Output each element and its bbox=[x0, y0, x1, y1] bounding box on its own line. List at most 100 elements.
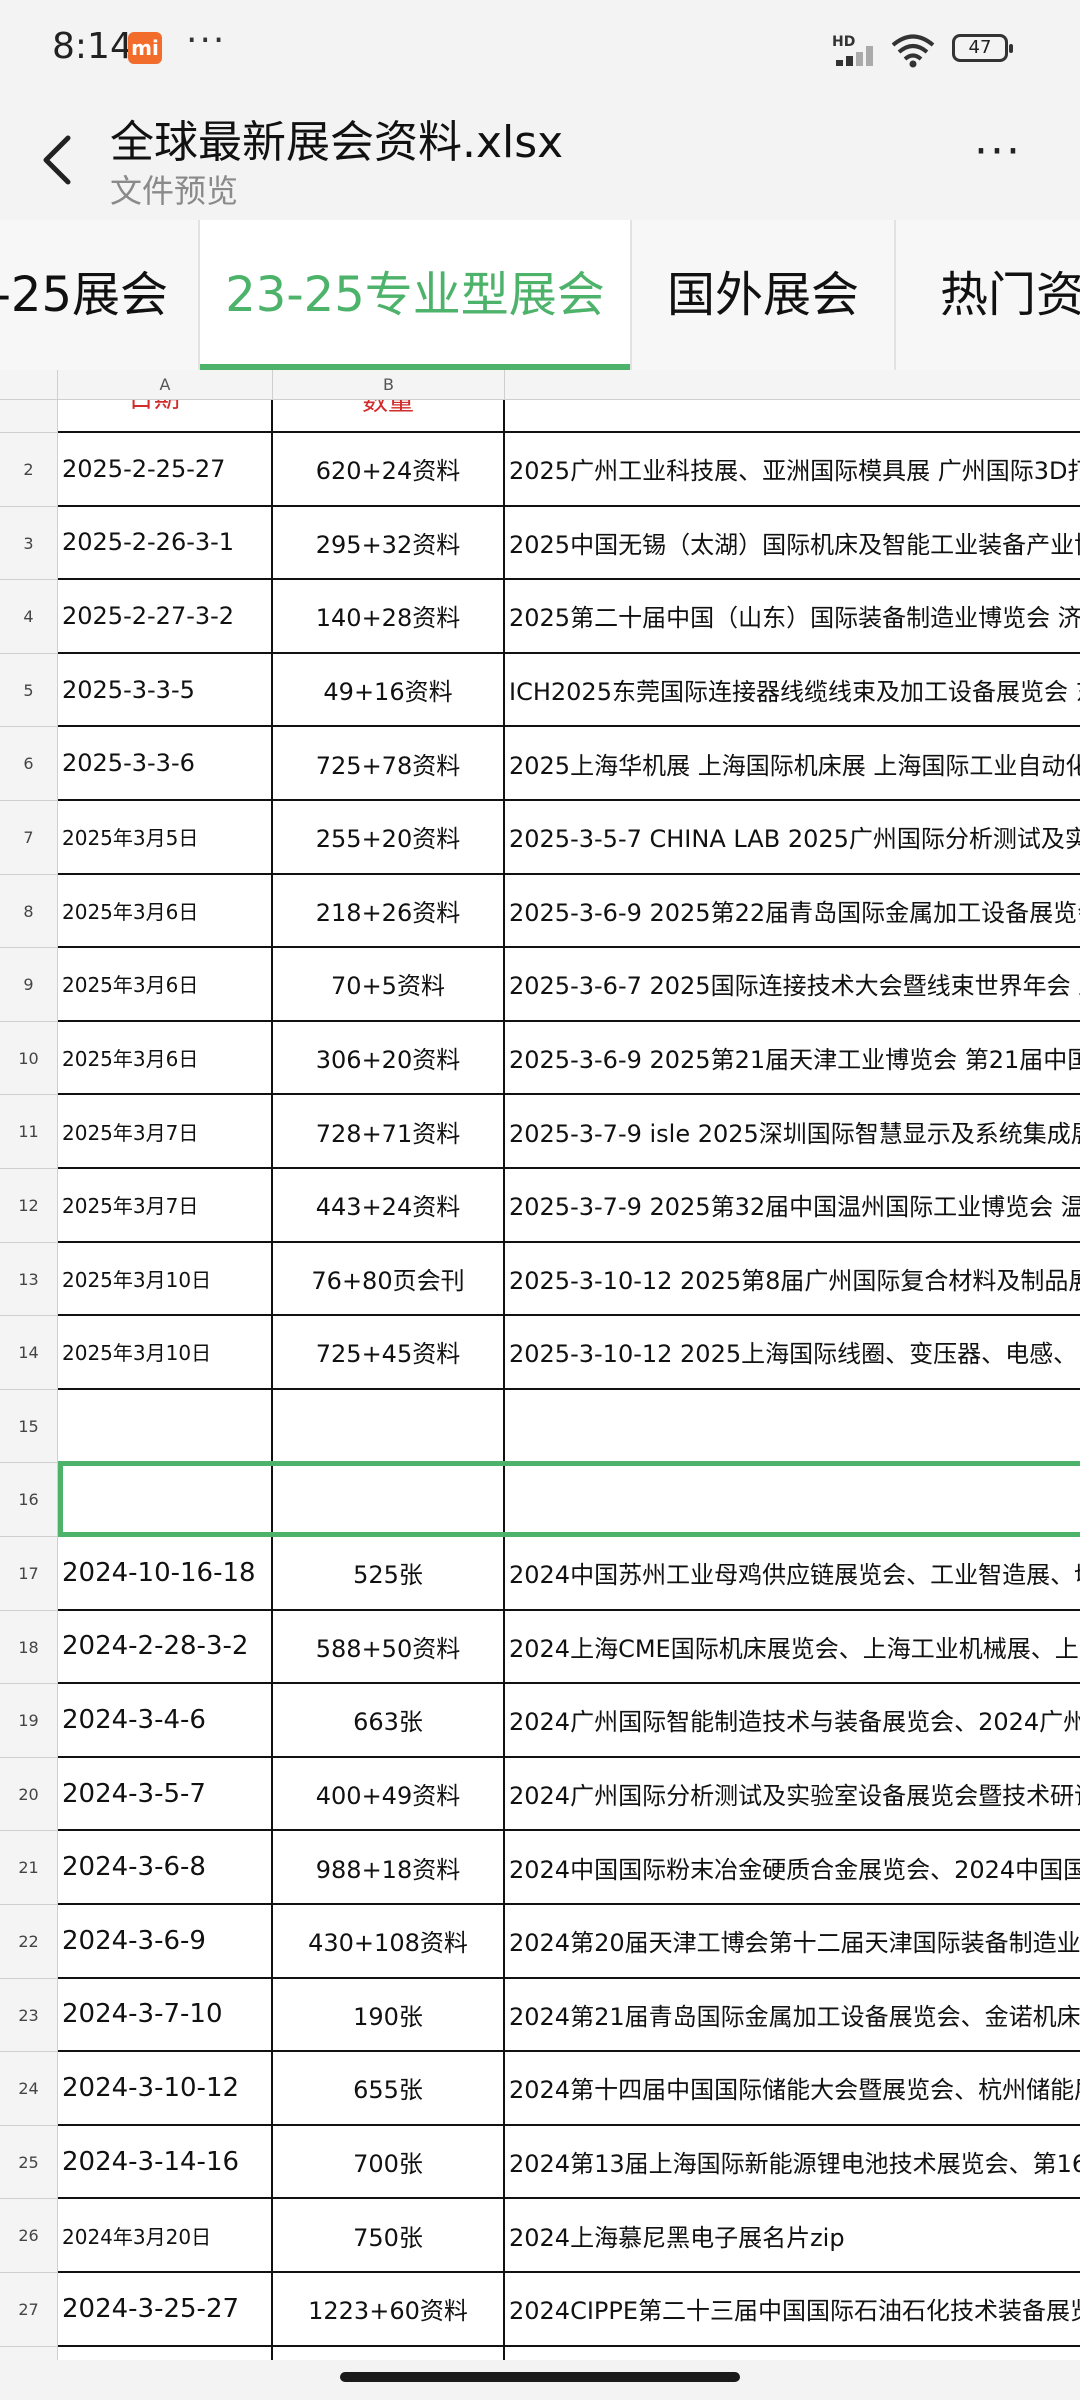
cell-quantity[interactable]: 725+45资料 bbox=[273, 1316, 505, 1390]
cell-quantity[interactable]: 620+24资料 bbox=[273, 433, 505, 507]
cell-quantity[interactable]: 443+24资料 bbox=[273, 1169, 505, 1243]
cell-date[interactable]: 2025年3月10日 bbox=[58, 1316, 273, 1390]
cell-quantity[interactable]: 140+28资料 bbox=[273, 580, 505, 654]
cell-quantity[interactable]: 725+78资料 bbox=[273, 727, 505, 801]
cell-quantity[interactable]: 255+20资料 bbox=[273, 801, 505, 875]
cell-exhibition[interactable]: 2025-3-7-9 2025第32届中国温州国际工业博览会 温州工 bbox=[505, 1169, 1080, 1243]
table-row[interactable]: 5 2025-3-3-5 49+16资料 ICH2025东莞国际连接器线缆线束及加工设… bbox=[0, 653, 1080, 728]
cell-date[interactable]: 2025年3月7日 bbox=[58, 1169, 273, 1243]
table-row[interactable]: 17 2024-10-16-18 525张 2024中国苏州工业母鸡供应链展览会、工业… bbox=[0, 1537, 1080, 1611]
cell-quantity[interactable]: 169+33资料 bbox=[273, 2346, 505, 2360]
cell-c[interactable] bbox=[505, 400, 1080, 433]
cell-exhibition[interactable]: 2025第二十届中国（山东）国际装备制造业博览会 济南装 bbox=[505, 580, 1080, 654]
cell-quantity[interactable] bbox=[273, 1389, 505, 1464]
table-row[interactable]: 23 2024-3-7-10 190张 2024第21届青岛国际金属加工设备展览会、金… bbox=[0, 1978, 1080, 2053]
table-row[interactable]: 14 2025年3月10日 725+45资料 2025-3-10-12 2025上海国… bbox=[0, 1316, 1080, 1390]
cell-quantity[interactable]: 588+50资料 bbox=[273, 1610, 505, 1685]
table-row[interactable]: 7 2025年3月5日 255+20资料 2025-3-5-7 CHINA LAB 2… bbox=[0, 801, 1080, 875]
cell-quantity[interactable]: 728+71资料 bbox=[273, 1095, 505, 1169]
cell-exhibition[interactable]: 2025-3-6-9 2025第22届青岛国际金属加工设备展览会 2 bbox=[505, 875, 1080, 949]
cell-exhibition[interactable]: 2024第十四届中国国际储能大会暨展览会、杭州储能展 bbox=[505, 2052, 1080, 2126]
tab-sheet-2[interactable]: 23-25专业型展会 bbox=[200, 220, 632, 370]
back-button[interactable] bbox=[30, 120, 90, 200]
cell-date[interactable]: 2025年3月6日 bbox=[58, 948, 273, 1022]
table-row[interactable]: 8 2025年3月6日 218+26资料 2025-3-6-9 2025第22届青岛国… bbox=[0, 874, 1080, 949]
cell-date[interactable]: 2025年3月6日 bbox=[58, 874, 273, 949]
cell-date[interactable]: 2025-3-3-6 bbox=[58, 727, 273, 801]
table-row[interactable]: 18 2024-2-28-3-2 588+50资料 2024上海CME国际机床展览会、… bbox=[0, 1610, 1080, 1685]
table-row[interactable]: 20 2024-3-5-7 400+49资料 2024广州国际分析测试及实验室设备展览… bbox=[0, 1757, 1080, 1832]
home-indicator[interactable] bbox=[340, 2372, 740, 2382]
tab-sheet-1[interactable]: -25展会 bbox=[0, 220, 200, 370]
table-row[interactable]: 12 2025年3月7日 443+24资料 2025-3-7-9 2025第32届中国… bbox=[0, 1169, 1080, 1243]
cell-exhibition[interactable]: 2025广州工业科技展、亚洲国际模具展 广州国际3D打印展 bbox=[505, 433, 1080, 507]
cell-exhibition[interactable]: 2025-3-7-9 isle 2025深圳国际智慧显示及系统集成展 深 bbox=[505, 1095, 1080, 1169]
tab-sheet-3[interactable]: 国外展会 bbox=[632, 220, 896, 370]
cell-date[interactable]: 2024-3-6-8 bbox=[58, 1831, 273, 1905]
cell-exhibition[interactable]: 2024中国国际粉末冶金硬质合金展览会、2024中国国 bbox=[505, 1831, 1080, 1905]
cell-a[interactable]: 日期 bbox=[58, 400, 273, 433]
cell-date[interactable]: 2025-2-27-3-2 bbox=[58, 580, 273, 654]
cell-quantity[interactable]: 190张 bbox=[273, 1978, 505, 2053]
cell-exhibition[interactable]: 2025中国无锡（太湖）国际机床及智能工业装备产业博览会 bbox=[505, 507, 1080, 581]
cell-date[interactable]: 2024-3-14-16 bbox=[58, 2125, 273, 2200]
cell-date[interactable]: 2024-3-4-6 bbox=[58, 1684, 273, 1758]
cell-date[interactable]: 2024-3-26-28 bbox=[58, 2346, 273, 2360]
cell-date[interactable]: 2024-3-7-10 bbox=[58, 1978, 273, 2053]
cell-date[interactable]: 2024-3-6-9 bbox=[58, 1905, 273, 1979]
cell-exhibition[interactable]: 2024第13届上海国际新能源锂电池技术展览会、第16届 bbox=[505, 2126, 1080, 2200]
cell-date[interactable]: 2024-3-10-12 bbox=[58, 2052, 273, 2126]
cell-date[interactable] bbox=[58, 1389, 273, 1464]
cell-date[interactable]: 2025年3月7日 bbox=[58, 1095, 273, 1169]
cell-exhibition[interactable]: 2024广州国际智能制造技术与装备展览会、2024广州 bbox=[505, 1684, 1080, 1758]
cell-exhibition[interactable]: 2025-3-10-12 2025第8届广州国际复合材料及制品展览会 bbox=[505, 1243, 1080, 1317]
table-row[interactable]: 24 2024-3-10-12 655张 2024第十四届中国国际储能大会暨展览会、杭… bbox=[0, 2052, 1080, 2126]
cell-date[interactable]: 2025年3月5日 bbox=[58, 801, 273, 875]
cell-exhibition[interactable]: 2025-3-6-9 2025第21届天津工业博览会 第21届中国天津 bbox=[505, 1022, 1080, 1096]
cell-exhibition[interactable]: 2024上海CME国际机床展览会、上海工业机械展、上海 bbox=[505, 1611, 1080, 1685]
corner-cell[interactable] bbox=[0, 370, 58, 400]
cell-quantity[interactable]: 750张 bbox=[273, 2199, 505, 2273]
cell-exhibition[interactable]: 2024中国苏州工业母鸡供应链展览会、工业智造展、切 bbox=[505, 1537, 1080, 1611]
cell-exhibition[interactable]: 2024广州国际分析测试及实验室设备展览会暨技术研讨 bbox=[505, 1758, 1080, 1832]
table-row[interactable]: 2 2025-2-25-27 620+24资料 2025广州工业科技展、亚洲国际模具展… bbox=[0, 433, 1080, 507]
cell-b[interactable]: 数量 bbox=[273, 400, 505, 433]
cell-date[interactable]: 2024-3-5-7 bbox=[58, 1757, 273, 1832]
cell-quantity[interactable]: 1223+60资料 bbox=[273, 2273, 505, 2347]
table-row[interactable]: 10 2025年3月6日 306+20资料 2025-3-6-9 2025第21届天津… bbox=[0, 1021, 1080, 1096]
cell-date[interactable]: 2025年3月6日 bbox=[58, 1021, 273, 1096]
table-row[interactable]: 9 2025年3月6日 70+5资料 2025-3-6-7 2025国际连接技术大会暨… bbox=[0, 948, 1080, 1022]
cell-quantity[interactable]: 525张 bbox=[273, 1537, 505, 1611]
cell-quantity[interactable]: 295+32资料 bbox=[273, 506, 505, 581]
cell-exhibition[interactable]: 2024第十二届华中科教仪器与技术装备展览会、2024 bbox=[505, 2347, 1080, 2360]
table-row-partial-header[interactable]: 日期 数量 bbox=[0, 400, 1080, 433]
cell-exhibition[interactable]: 2024第20届天津工博会第十二届天津国际装备制造业博 bbox=[505, 1905, 1080, 1979]
cell-quantity[interactable]: 430+108资料 bbox=[273, 1905, 505, 1979]
cell-date[interactable]: 2025-3-3-5 bbox=[58, 653, 273, 728]
cell-exhibition[interactable]: 2025上海华机展 上海国际机床展 上海国际工业自动化及 bbox=[505, 727, 1080, 801]
cell-exhibition[interactable]: 2024上海慕尼黑电子展名片zip bbox=[505, 2199, 1080, 2273]
table-row[interactable]: 26 2024年3月20日 750张 2024上海慕尼黑电子展名片zip bbox=[0, 2199, 1080, 2273]
cell-date[interactable]: 2025-2-25-27 bbox=[58, 433, 273, 507]
cell-exhibition[interactable]: 2024第21届青岛国际金属加工设备展览会、金诺机床展 bbox=[505, 1979, 1080, 2053]
cell-quantity[interactable]: 49+16资料 bbox=[273, 653, 505, 728]
cell-date[interactable]: 2024-2-28-3-2 bbox=[58, 1610, 273, 1685]
table-row[interactable]: 13 2025年3月10日 76+80页会刊 2025-3-10-12 2025第8届… bbox=[0, 1242, 1080, 1317]
table-row[interactable]: 22 2024-3-6-9 430+108资料 2024第20届天津工博会第十二届天津… bbox=[0, 1905, 1080, 1979]
table-row[interactable]: 282024-3-26-28169+33资料2024第十二届华中科教仪器与技术装… bbox=[0, 2346, 1080, 2360]
column-header-c[interactable] bbox=[505, 370, 1080, 400]
cell-date[interactable]: 2024年3月20日 bbox=[58, 2199, 273, 2273]
cell-quantity[interactable]: 663张 bbox=[273, 1684, 505, 1758]
cell-exhibition[interactable]: 2025-3-5-7 CHINA LAB 2025广州国际分析测试及实验 bbox=[505, 801, 1080, 875]
cell-quantity[interactable]: 400+49资料 bbox=[273, 1757, 505, 1832]
cell-date[interactable]: 2025年3月10日 bbox=[58, 1242, 273, 1317]
table-row[interactable]: 4 2025-2-27-3-2 140+28资料 2025第二十届中国（山东）国际装… bbox=[0, 580, 1080, 654]
cell-quantity[interactable]: 70+5资料 bbox=[273, 948, 505, 1022]
table-row[interactable]: 27 2024-3-25-27 1223+60资料 2024CIPPE第二十三届中国国… bbox=[0, 2273, 1080, 2347]
table-row[interactable]: 11 2025年3月7日 728+71资料 2025-3-7-9 isle 2025深… bbox=[0, 1095, 1080, 1169]
cell-exhibition[interactable]: 2025-3-6-7 2025国际连接技术大会暨线束世界年会 上海 bbox=[505, 948, 1080, 1022]
cell-quantity[interactable]: 655张 bbox=[273, 2052, 505, 2126]
table-row[interactable]: 21 2024-3-6-8 988+18资料 2024中国国际粉末冶金硬质合金展览会、… bbox=[0, 1831, 1080, 1905]
cell-quantity[interactable]: 76+80页会刊 bbox=[273, 1242, 505, 1317]
cell-quantity[interactable]: 988+18资料 bbox=[273, 1831, 505, 1905]
